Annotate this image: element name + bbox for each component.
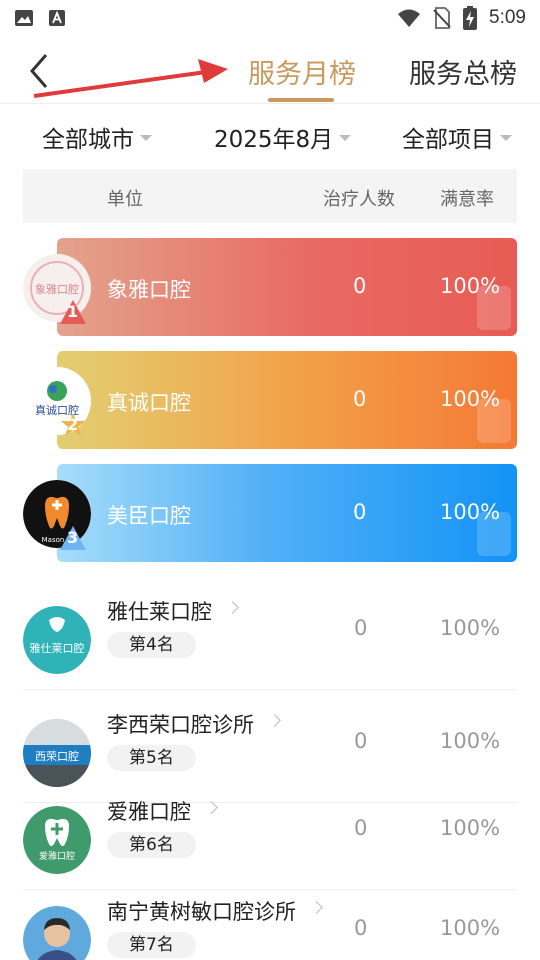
month-filter-label: 2025年8月 (214, 127, 334, 153)
clinic-name: 李西荣口腔诊所 (107, 713, 254, 737)
clinic-name: 雅仕莱口腔 (107, 600, 212, 624)
treatment-count: 0 (354, 816, 368, 840)
ranking-row-5[interactable]: 西荣口腔 李西荣口腔诊所 第5名 0 100% (23, 703, 517, 803)
ranking-row-2[interactable]: 真诚口腔 2 真诚口腔 0 100% (23, 351, 517, 449)
rank-label: 第5名 (107, 745, 196, 771)
image-icon (15, 10, 33, 26)
ranking-row-6[interactable]: 爱雅口腔 爱雅口腔 第6名 0 100% (23, 790, 517, 890)
clinic-name: 美臣口腔 (107, 504, 191, 528)
svg-text:西荣口腔: 西荣口腔 (35, 749, 79, 763)
filter-bar: 全部城市 2025年8月 全部项目 (0, 114, 540, 160)
back-chevron-icon (30, 54, 48, 88)
avatar: 雅仕莱口腔 (23, 606, 91, 674)
column-header-unit: 单位 (107, 189, 143, 210)
avatar (23, 906, 91, 960)
treatment-count: 0 (353, 274, 367, 298)
treatment-count: 0 (353, 387, 367, 411)
column-header-count: 治疗人数 (323, 189, 395, 210)
ranking-row-3[interactable]: Mason 3 美臣口腔 0 100% (23, 464, 517, 562)
battery-charging-icon (463, 6, 478, 30)
rank-label: 第6名 (107, 832, 196, 858)
clinic-link[interactable]: 李西荣口腔诊所 (107, 709, 281, 739)
satisfaction-rate: 100% (440, 274, 501, 298)
item-filter-label: 全部项目 (402, 127, 494, 153)
satisfaction-rate: 100% (440, 729, 501, 753)
status-bar: 5:09 (0, 0, 540, 36)
clinic-link[interactable]: 雅仕莱口腔 (107, 596, 239, 626)
caret-down-icon (339, 135, 352, 141)
rank-badge: 2 (60, 413, 86, 437)
clinic-name: 爱雅口腔 (107, 800, 191, 824)
clinic-name: 真诚口腔 (107, 391, 191, 415)
clinic-name: 南宁黄树敏口腔诊所 (107, 900, 296, 924)
caret-down-icon (140, 135, 152, 141)
treatment-count: 0 (354, 616, 368, 640)
satisfaction-rate: 100% (440, 387, 501, 411)
treatment-count: 0 (354, 729, 368, 753)
clinic-link[interactable]: 爱雅口腔 (107, 796, 218, 826)
avatar: 西荣口腔 (23, 719, 91, 787)
chevron-right-icon (205, 800, 218, 814)
treatment-count: 0 (353, 500, 367, 524)
caret-down-icon (500, 135, 512, 141)
chevron-right-icon (226, 600, 239, 614)
status-time: 5:09 (489, 7, 526, 28)
city-filter-label: 全部城市 (42, 127, 134, 153)
tab-total-ranking[interactable]: 服务总榜 (409, 52, 517, 91)
svg-text:象雅口腔: 象雅口腔 (35, 282, 79, 296)
month-filter-dropdown[interactable]: 2025年8月 (214, 120, 352, 154)
item-filter-dropdown[interactable]: 全部项目 (402, 120, 512, 154)
active-tab-indicator (268, 98, 334, 102)
satisfaction-rate: 100% (440, 500, 501, 524)
tab-monthly-ranking[interactable]: 服务月榜 (248, 52, 356, 91)
chevron-right-icon (268, 713, 281, 727)
rank-label: 第4名 (107, 632, 196, 658)
satisfaction-rate: 100% (440, 816, 501, 840)
treatment-count: 0 (354, 916, 368, 940)
city-filter-dropdown[interactable]: 全部城市 (42, 120, 152, 154)
clinic-link[interactable]: 南宁黄树敏口腔诊所 (107, 896, 323, 926)
svg-text:雅仕莱口腔: 雅仕莱口腔 (30, 641, 85, 655)
clinic-name: 象雅口腔 (107, 278, 191, 302)
ranking-row-1[interactable]: 象雅口腔 1 象雅口腔 0 100% (23, 238, 517, 336)
svg-text:爱雅口腔: 爱雅口腔 (39, 850, 75, 862)
satisfaction-rate: 100% (440, 916, 501, 940)
table-header: 单位 治疗人数 满意率 (23, 169, 517, 223)
rank-badge: 3 (60, 526, 86, 550)
font-a-icon (49, 10, 65, 26)
ranking-row-4[interactable]: 雅仕莱口腔 雅仕莱口腔 第4名 0 100% (23, 590, 517, 690)
ranking-row-7[interactable]: 南宁黄树敏口腔诊所 第7名 0 100% (23, 890, 517, 960)
no-sim-icon (433, 7, 451, 29)
chevron-right-icon (310, 900, 323, 914)
column-header-rate: 满意率 (440, 189, 494, 210)
top-header: 服务月榜 服务总榜 (0, 36, 540, 104)
wifi-icon (398, 9, 421, 27)
satisfaction-rate: 100% (440, 616, 501, 640)
rank-badge: 1 (60, 300, 86, 324)
rank-label: 第7名 (107, 932, 196, 958)
back-button[interactable] (26, 52, 62, 92)
avatar: 爱雅口腔 (23, 806, 91, 874)
